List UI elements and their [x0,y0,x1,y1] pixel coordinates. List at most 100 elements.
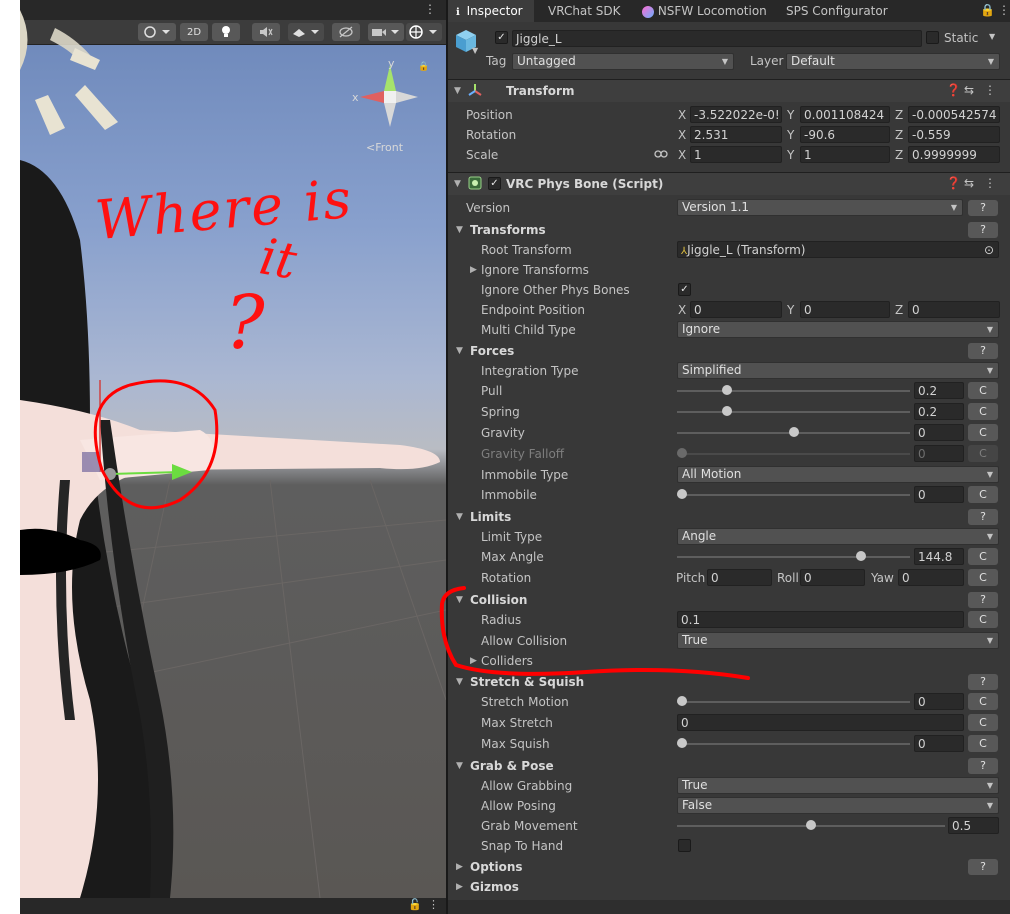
presets-icon[interactable]: ⇆ [964,176,974,190]
ignore-other-checkbox[interactable]: ✓ [678,283,691,296]
tag-dropdown[interactable]: Untagged ▼ [512,53,734,70]
integration-type-dropdown[interactable]: Simplified ▼ [677,362,999,379]
tab-nsfw-locomotion[interactable]: NSFW Locomotion [642,0,767,22]
stretch-motion-slider-handle[interactable] [677,696,687,706]
max-angle-slider-track[interactable] [677,556,910,558]
max-angle-slider-handle[interactable] [856,551,867,561]
endpoint-y-field[interactable]: 0 [800,301,890,318]
pull-value-field[interactable]: 0.2 [914,382,964,399]
help-icon[interactable]: ❓ [946,83,961,97]
transform-header[interactable]: ▼ Transform ❓ ⇆ ⋮ [448,79,1010,102]
max-squish-slider-handle[interactable] [677,738,687,748]
fold-arrow-icon[interactable]: ▼ [456,509,463,525]
rotation-curve-button[interactable]: C [968,569,998,586]
limit-type-dropdown[interactable]: Angle ▼ [677,528,999,545]
immobile-slider-track[interactable] [677,494,910,496]
roll-field[interactable]: 0 [800,569,865,586]
position-y-field[interactable]: 0.001108424 [800,106,890,123]
forces-help-button[interactable]: ? [968,343,998,359]
bottom-menu-icon[interactable]: ⋮ [428,898,439,911]
max-angle-curve-button[interactable]: C [968,548,998,565]
max-angle-value-field[interactable]: 144.8 [914,548,964,565]
immobile-slider-handle[interactable] [677,489,687,499]
pull-slider-track[interactable] [677,390,910,392]
static-dropdown-icon[interactable]: ▼ [989,32,995,41]
rotation-x-field[interactable]: 2.531 [690,126,782,143]
tab-sps-configurator[interactable]: SPS Configurator [786,0,888,22]
link-icon[interactable] [654,149,668,159]
options-help-button[interactable]: ? [968,859,998,875]
object-picker-icon[interactable]: ⊙ [984,242,994,257]
grab-movement-slider-handle[interactable] [806,820,816,830]
gravity-curve-button[interactable]: C [968,424,998,441]
fold-arrow-right-icon[interactable]: ▶ [456,859,463,875]
max-squish-curve-button[interactable]: C [968,735,998,752]
ignore-transforms-label[interactable]: Ignore Transforms [481,262,589,278]
component-menu-icon[interactable]: ⋮ [984,83,996,97]
spring-curve-button[interactable]: C [968,403,998,420]
inspector-lock-icon[interactable]: 🔒 [980,3,995,17]
icon-dropdown-icon[interactable]: ▼ [472,46,478,55]
position-x-field[interactable]: -3.522022e-0! [690,106,782,123]
spring-slider-track[interactable] [677,411,910,413]
position-z-field[interactable]: -0.000542574 [908,106,1000,123]
scene-view[interactable]: ⋮ 2D Where is it ? y x 🔒 <Front [20,0,446,898]
presets-icon[interactable]: ⇆ [964,83,974,97]
max-squish-value-field[interactable]: 0 [914,735,964,752]
snap-to-hand-checkbox[interactable] [678,839,691,852]
version-help-button[interactable]: ? [968,200,998,216]
stretch-motion-value-field[interactable]: 0 [914,693,964,710]
rotation-z-field[interactable]: -0.559 [908,126,1000,143]
fold-arrow-icon[interactable]: ▼ [456,343,463,359]
bottom-lock-icon[interactable]: 🔓 [408,898,422,911]
version-dropdown[interactable]: Version 1.1 ▼ [677,199,963,216]
pull-curve-button[interactable]: C [968,382,998,399]
limits-help-button[interactable]: ? [968,509,998,525]
active-checkbox[interactable]: ✓ [495,31,508,44]
root-transform-field[interactable]: ⅄Jiggle_L (Transform) ⊙ [677,241,999,258]
max-squish-slider-track[interactable] [677,743,910,745]
gravity-slider-handle[interactable] [788,427,799,437]
scale-y-field[interactable]: 1 [800,146,890,163]
physbone-enabled-checkbox[interactable]: ✓ [488,177,501,190]
gizmo-lock-icon[interactable]: 🔒 [418,62,429,72]
scale-z-field[interactable]: 0.9999999 [908,146,1000,163]
inspector-menu-icon[interactable]: ⋮ [998,3,1010,17]
pull-slider-handle[interactable] [721,385,732,395]
collision-help-button[interactable]: ? [968,592,998,608]
forces-section-title[interactable]: Forces [470,343,514,359]
static-checkbox[interactable] [926,31,939,44]
fold-arrow-icon[interactable]: ▼ [456,222,463,238]
stretch-help-button[interactable]: ? [968,674,998,690]
tab-inspector[interactable]: ℹ Inspector [448,0,534,22]
immobile-value-field[interactable]: 0 [914,486,964,503]
stretch-motion-curve-button[interactable]: C [968,693,998,710]
immobile-curve-button[interactable]: C [968,486,998,503]
endpoint-x-field[interactable]: 0 [690,301,782,318]
radius-curve-button[interactable]: C [968,611,998,628]
object-name-field[interactable]: Jiggle_L [512,30,922,47]
fold-arrow-icon[interactable]: ▼ [456,758,463,774]
limits-section-title[interactable]: Limits [470,509,511,525]
yaw-field[interactable]: 0 [898,569,964,586]
help-icon[interactable]: ❓ [946,176,961,190]
spring-slider-handle[interactable] [721,406,732,416]
max-stretch-field[interactable]: 0 [677,714,964,731]
max-stretch-curve-button[interactable]: C [968,714,998,731]
multi-child-dropdown[interactable]: Ignore ▼ [677,321,999,338]
grab-section-title[interactable]: Grab & Pose [470,758,554,774]
scale-x-field[interactable]: 1 [690,146,782,163]
component-menu-icon[interactable]: ⋮ [984,176,996,190]
transforms-help-button[interactable]: ? [968,222,998,238]
stretch-motion-slider-track[interactable] [677,701,910,703]
grab-help-button[interactable]: ? [968,758,998,774]
gizmo-view-label[interactable]: <Front [366,141,403,154]
physbone-header[interactable]: ▼ ✓ VRC Phys Bone (Script) ❓ ⇆ ⋮ [448,172,1010,195]
layer-dropdown[interactable]: Default ▼ [786,53,1000,70]
rotation-y-field[interactable]: -90.6 [800,126,890,143]
allow-grabbing-dropdown[interactable]: True ▼ [677,777,999,794]
gravity-value-field[interactable]: 0 [914,424,964,441]
options-section-title[interactable]: Options [470,859,523,875]
endpoint-z-field[interactable]: 0 [908,301,1000,318]
allow-posing-dropdown[interactable]: False ▼ [677,797,999,814]
